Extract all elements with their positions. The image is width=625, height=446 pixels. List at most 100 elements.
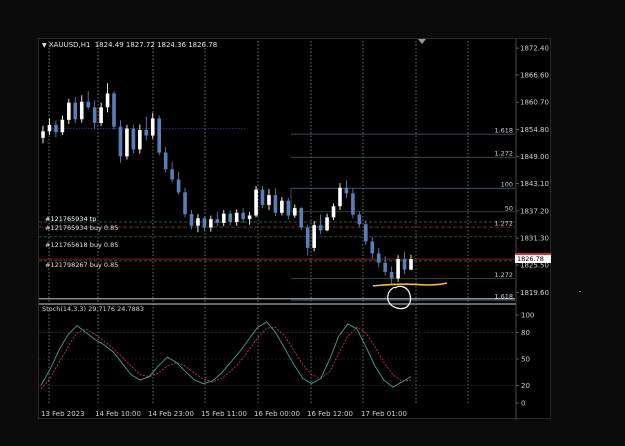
- price-tick-label: 1831.30: [520, 235, 549, 243]
- candle-body: [215, 219, 220, 223]
- order-label-3[interactable]: #121798267 buy 0.85: [45, 261, 118, 269]
- fib-level-label: 1.618: [494, 127, 513, 135]
- price-tick-label: 1872.40: [520, 45, 549, 53]
- order-label-1[interactable]: #121765934 buy 0.85: [45, 224, 118, 232]
- candle-body: [125, 128, 129, 157]
- annotation-circle: [387, 285, 412, 310]
- candle-body: [189, 214, 194, 226]
- annotation-highlight-line: [372, 282, 448, 287]
- candle-body: [292, 208, 297, 216]
- candle-body: [209, 219, 213, 228]
- candle-body: [79, 101, 84, 120]
- candle-body: [60, 119, 65, 133]
- candle-body: [299, 208, 304, 228]
- price-tick-label: 1854.80: [520, 126, 549, 134]
- candle-body: [241, 212, 245, 220]
- candle-body: [305, 227, 310, 248]
- candle-body: [54, 124, 58, 133]
- candle-body: [370, 241, 375, 254]
- candle-body: [99, 107, 103, 124]
- stoch-tick-label: 20: [521, 382, 530, 390]
- candle-body: [273, 195, 278, 213]
- candle-body: [331, 206, 336, 218]
- fib-level-label: 50: [505, 204, 513, 212]
- fib-level-label: 1.618: [494, 293, 513, 301]
- collapse-arrow-icon[interactable]: ▼: [42, 42, 47, 49]
- candle-body: [144, 129, 149, 136]
- time-tick-label: 13 Feb 2023: [41, 410, 85, 418]
- fib-level-label: 1.272: [494, 150, 513, 158]
- candle-body: [183, 192, 187, 215]
- candle-body: [325, 217, 329, 231]
- ohlc-values: 1824.49 1827.72 1824.36 1826.78: [94, 41, 218, 49]
- price-tick-label: 1849.00: [520, 153, 549, 161]
- candle-body: [234, 212, 239, 222]
- candle-body: [286, 200, 291, 216]
- candle-body: [318, 225, 323, 231]
- candle-body: [228, 213, 233, 222]
- stochastic-label: Stoch(14,3,3) 29.7176 24.7883: [42, 305, 144, 313]
- candle-body: [105, 93, 110, 108]
- candle-body: [260, 189, 265, 205]
- time-tick-label: 14 Feb 23:00: [148, 410, 194, 418]
- candle-body: [150, 118, 155, 136]
- candle-body: [221, 213, 226, 223]
- fib-level-label: 1.272: [494, 220, 513, 228]
- candle-body: [254, 189, 258, 216]
- price-tick-label: 1837.20: [520, 207, 549, 215]
- time-tick-label: 15 Feb 11:00: [201, 410, 247, 418]
- candle-body: [383, 262, 387, 272]
- time-tick-label: 17 Feb 01:00: [361, 410, 407, 418]
- candle-body: [247, 215, 252, 220]
- candle-body: [86, 101, 90, 108]
- candle-body: [47, 124, 52, 132]
- price-tick-label: 1843.10: [520, 180, 549, 188]
- symbol-label: XAUUSD,H1: [48, 41, 91, 49]
- stoch-main-line: [40, 321, 412, 388]
- candle-body: [357, 214, 362, 225]
- candle-body: [402, 258, 407, 270]
- time-tick-label: 14 Feb 10:00: [95, 410, 141, 418]
- price-tick-label: 1866.60: [520, 71, 549, 79]
- candle-body: [67, 102, 71, 120]
- candle-body: [344, 187, 349, 194]
- candle-body: [176, 179, 181, 193]
- candle-body: [364, 224, 368, 242]
- fib-level-label: 100: [501, 181, 513, 189]
- candle-body: [409, 259, 413, 270]
- candle-body: [312, 225, 316, 248]
- candle-body: [157, 118, 162, 153]
- fib-level-label: 1.272: [494, 271, 513, 279]
- candle-body: [163, 152, 168, 170]
- candle-body: [170, 169, 174, 180]
- candle-body: [389, 271, 394, 279]
- candle-body: [351, 193, 355, 215]
- stoch-tick-label: 80: [521, 329, 530, 337]
- candle-body: [73, 102, 78, 120]
- time-tick-label: 16 Feb 12:00: [307, 410, 353, 418]
- candle-body: [396, 258, 400, 279]
- stoch-tick-label: 100: [521, 312, 534, 320]
- candle-body: [92, 107, 97, 124]
- order-tp-label[interactable]: #121765934 tp: [45, 215, 96, 223]
- price-tick-label: 1819.60: [520, 289, 549, 297]
- candle-body: [267, 195, 271, 205]
- current-price-value: 1826.78: [517, 255, 544, 263]
- time-tick-label: 16 Feb 00:00: [254, 410, 300, 418]
- chart-window[interactable]: 1.618 1.272 100 50 1.272 1.272 1.618 1872.40 18…: [38, 38, 551, 420]
- candle-body: [202, 218, 207, 228]
- stoch-tick-label: 50: [521, 356, 530, 364]
- side-dot: [579, 291, 581, 292]
- stoch-tick-label: 0: [521, 400, 525, 408]
- stoch-signal-line: [40, 326, 412, 390]
- candle-body: [376, 253, 381, 263]
- candle-body: [280, 200, 284, 213]
- candle-body: [112, 93, 116, 127]
- symbol-header: ▼ XAUUSD,H1 1824.49 1827.72 1824.36 1826…: [42, 41, 217, 49]
- candle-body: [118, 126, 123, 157]
- scroll-marker-icon[interactable]: [418, 39, 426, 44]
- candle-body: [138, 129, 142, 150]
- order-label-2[interactable]: #121765618 buy 0.85: [45, 241, 118, 249]
- current-price-tag: 1826.78: [515, 253, 551, 263]
- candle-body: [196, 218, 200, 226]
